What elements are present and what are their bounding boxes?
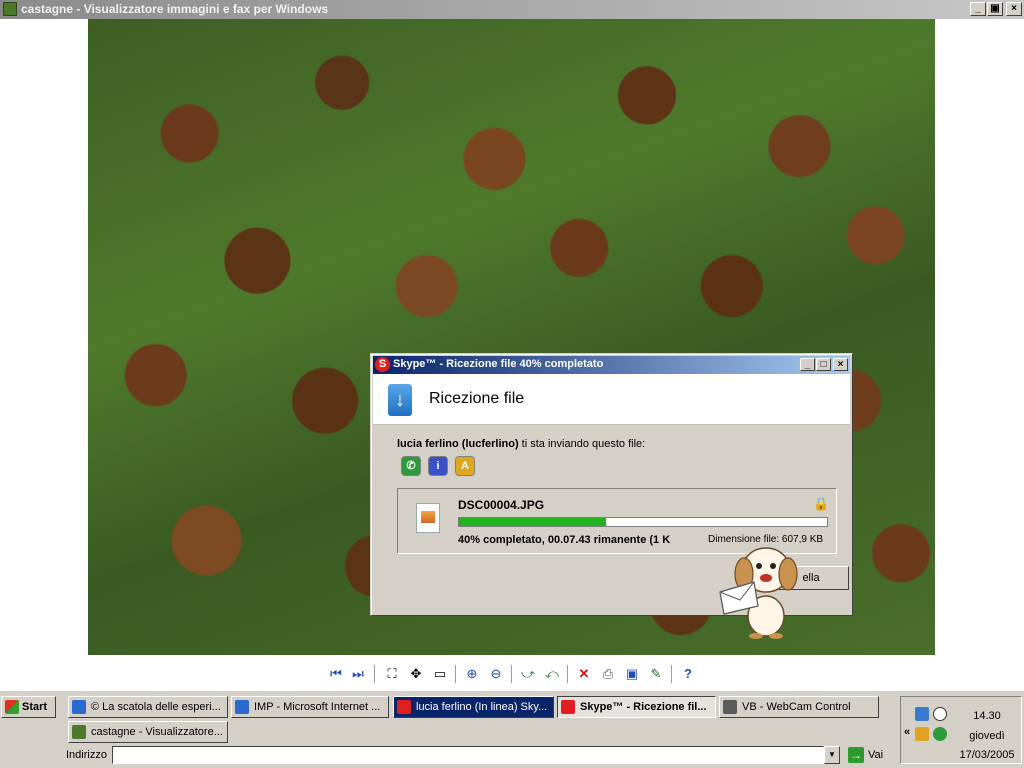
panda-icon[interactable]	[933, 707, 947, 721]
dialog-header: ↓ Ricezione file	[373, 374, 850, 425]
task-label: lucia ferlino (In linea) Sky...	[416, 701, 548, 713]
skype-dialog-title-bar[interactable]: S Skype™ - Ricezione file 40% completato…	[373, 356, 850, 374]
task-label: © La scatola delle esperi...	[91, 701, 221, 713]
dialog-maximize-button[interactable]: □	[816, 358, 831, 371]
rotate-counterclockwise-icon[interactable]: ⤺	[543, 665, 561, 683]
task-button-image-viewer[interactable]: castagne - Visualizzatore...	[68, 721, 228, 743]
vb-icon	[723, 700, 737, 714]
address-toolbar: Indirizzo ▼ → Vai	[60, 745, 890, 767]
toolbar-separator	[511, 665, 512, 683]
task-label: castagne - Visualizzatore...	[91, 726, 223, 738]
skype-icon: S	[375, 357, 390, 372]
viewer-title-bar[interactable]: castagne - Visualizzatore immagini e fax…	[0, 0, 1024, 19]
toolbar-separator	[374, 665, 375, 683]
skype-status-icon[interactable]	[933, 727, 947, 741]
task-button-skype-contact[interactable]: lucia ferlino (In linea) Sky...	[393, 696, 554, 718]
rotate-clockwise-icon[interactable]: ⤻	[519, 665, 537, 683]
chevron-down-icon[interactable]: ▼	[824, 746, 840, 764]
progress-bar-fill	[459, 518, 607, 526]
progress-bar	[458, 517, 828, 527]
sender-name: lucia ferlino (lucferlino)	[397, 438, 519, 450]
dialog-heading: Ricezione file	[429, 390, 525, 407]
viewer-toolbar: ⏮ ⏭ ⛶ ✥ ▭ ⊕ ⊖ ⤻ ⤺ ✕ ⎙ ▣ ✎ ?	[0, 660, 1024, 688]
messenger-icon[interactable]	[915, 727, 929, 741]
task-label: VB - WebCam Control	[742, 701, 851, 713]
save-icon[interactable]: ▣	[623, 665, 641, 683]
edit-icon[interactable]: ✎	[647, 665, 665, 683]
info-icon[interactable]: i	[428, 456, 448, 476]
file-name: DSC00004.JPG	[458, 498, 545, 512]
slideshow-icon[interactable]: ▭	[431, 665, 449, 683]
internet-explorer-icon	[72, 700, 86, 714]
task-label: IMP - Microsoft Internet ...	[254, 701, 381, 713]
best-fit-icon[interactable]: ⛶	[383, 665, 401, 683]
delete-icon[interactable]: ✕	[575, 665, 593, 683]
go-label: Vai	[868, 749, 884, 761]
jpg-file-icon	[416, 503, 440, 533]
tray-expand-button[interactable]: «	[904, 726, 910, 738]
sender-line: lucia ferlino (lucferlino) ti sta invian…	[397, 438, 645, 450]
next-image-icon[interactable]: ⏭	[349, 665, 367, 683]
skype-mascot-dog-icon	[719, 547, 798, 639]
dialog-close-button[interactable]: ×	[833, 358, 848, 371]
window-title: castagne - Visualizzatore immagini e fax…	[21, 2, 329, 16]
task-button-skype-transfer[interactable]: Skype™ - Ricezione fil...	[557, 696, 716, 718]
skype-dialog-title: Skype™ - Ricezione file 40% completato	[393, 358, 604, 370]
print-icon[interactable]: ⎙	[599, 665, 617, 683]
clock-time[interactable]: 14.30	[957, 710, 1017, 722]
skype-icon	[561, 700, 575, 714]
actual-size-icon[interactable]: ✥	[407, 665, 425, 683]
clock-day: giovedì	[969, 730, 1005, 742]
toolbar-separator	[671, 665, 672, 683]
zoom-in-icon[interactable]: ⊕	[463, 665, 481, 683]
image-viewer-icon	[72, 725, 86, 739]
zoom-out-icon[interactable]: ⊖	[487, 665, 505, 683]
dialog-minimize-button[interactable]: _	[800, 358, 815, 371]
task-button-ie-imp[interactable]: IMP - Microsoft Internet ...	[231, 696, 389, 718]
address-input[interactable]	[112, 746, 824, 764]
toolbar-separator	[455, 665, 456, 683]
previous-image-icon[interactable]: ⏮	[327, 665, 345, 683]
taskbar: Start © La scatola delle esperi... IMP -…	[0, 690, 1024, 768]
task-button-ie-scatola[interactable]: © La scatola delle esperi...	[68, 696, 228, 718]
lock-icon: 🔒	[813, 496, 830, 511]
call-icon[interactable]: ✆	[401, 456, 421, 476]
task-label: Skype™ - Ricezione fil...	[580, 701, 707, 713]
windows-logo-icon	[5, 700, 19, 714]
close-button[interactable]: ×	[1006, 2, 1022, 16]
clock-date: 17/03/2005	[959, 749, 1015, 761]
system-tray: « 14.30 giovedì 17/03/2005	[900, 696, 1022, 764]
address-label: Indirizzo	[66, 749, 107, 761]
sender-suffix: ti sta inviando questo file:	[518, 438, 646, 450]
skype-icon	[397, 700, 411, 714]
start-label: Start	[22, 701, 48, 713]
image-viewer-icon	[3, 2, 17, 16]
internet-explorer-icon	[235, 700, 249, 714]
progress-status: 40% completato, 00.07.43 rimanente (1 K	[458, 534, 671, 546]
task-button-webcam[interactable]: VB - WebCam Control	[719, 696, 879, 718]
download-arrow-icon: ↓	[388, 384, 412, 416]
toolbar-separator	[567, 665, 568, 683]
help-icon[interactable]: ?	[679, 665, 697, 683]
go-button[interactable]: → Vai	[846, 746, 890, 764]
network-icon[interactable]	[915, 707, 929, 721]
start-button[interactable]: Start	[1, 696, 56, 718]
minimize-button[interactable]: _	[970, 2, 986, 16]
add-contact-icon[interactable]: A	[455, 456, 475, 476]
go-arrow-icon: →	[848, 747, 864, 763]
maximize-button[interactable]: ▣	[987, 2, 1003, 16]
